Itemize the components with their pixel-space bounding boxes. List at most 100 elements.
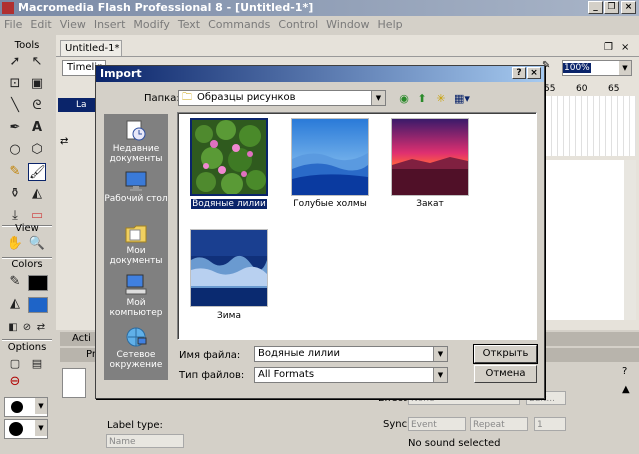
folder-select[interactable]: 🗀 Образцы рисунков ▼	[178, 90, 386, 106]
file-thumbnail-water-lilies[interactable]	[190, 118, 268, 196]
menu-control[interactable]: Control	[274, 16, 322, 31]
water-lilies-image	[192, 120, 266, 195]
object-drawing-icon[interactable]: ▢	[6, 355, 24, 373]
place-recent[interactable]: Недавние документы	[104, 120, 168, 164]
gradient-transform-tool-icon[interactable]: ▣	[28, 75, 46, 93]
vertical-scrollbar[interactable]	[624, 160, 636, 320]
network-icon	[126, 327, 147, 347]
stage-area[interactable]	[546, 160, 626, 320]
line-tool-icon[interactable]: ╲	[6, 97, 24, 115]
back-icon[interactable]: ◉	[396, 91, 412, 106]
desktop-icon	[125, 171, 147, 191]
sync-select[interactable]: Event	[408, 417, 466, 431]
menu-edit[interactable]: Edit	[26, 16, 55, 31]
doc-restore-icon[interactable]: ❐	[604, 42, 613, 53]
add-layer-icon[interactable]: ⇄	[60, 136, 68, 147]
file-thumbnail-blue-hills[interactable]	[291, 118, 369, 196]
filetype-select[interactable]: All Formats ▼	[254, 367, 448, 383]
stroke-color-swatch[interactable]	[28, 275, 48, 291]
tools-separator	[2, 339, 52, 341]
file-name-blue-hills[interactable]: Голубые холмы	[280, 199, 380, 209]
menu-window[interactable]: Window	[322, 16, 373, 31]
menu-commands[interactable]: Commands	[204, 16, 274, 31]
timeline-frames[interactable]	[546, 96, 636, 156]
restore-button[interactable]: ❐	[604, 1, 619, 14]
fill-color-icon[interactable]: ◭	[6, 295, 24, 313]
ink-bottle-tool-icon[interactable]: ⚱	[6, 185, 24, 203]
folder-value: Образцы рисунков	[197, 92, 296, 103]
file-name-sunset[interactable]: Закат	[380, 199, 480, 209]
menu-view[interactable]: View	[56, 16, 90, 31]
free-transform-tool-icon[interactable]: ⊡	[6, 75, 24, 93]
views-menu-icon[interactable]: ▦▾	[452, 91, 472, 106]
frame-ruler: 55 60 65	[540, 84, 632, 96]
winter-image	[191, 230, 267, 306]
place-network[interactable]: Сетевое окружение	[104, 326, 168, 370]
pencil-tool-icon[interactable]: ✎	[6, 163, 24, 181]
menu-file[interactable]: File	[0, 16, 26, 31]
import-dialog: Import ? × Папка: 🗀 Образцы рисунков ▼ ◉…	[95, 65, 545, 399]
dialog-help-button[interactable]: ?	[512, 67, 526, 79]
file-name-winter[interactable]: Зима	[179, 311, 279, 321]
menu-insert[interactable]: Insert	[90, 16, 130, 31]
minimize-button[interactable]: _	[588, 1, 603, 14]
oval-tool-icon[interactable]: ○	[6, 141, 24, 159]
dialog-close-button[interactable]: ×	[527, 67, 541, 79]
actions-label: Acti	[72, 333, 91, 344]
brush-mode-icon[interactable]: ⊖	[6, 373, 24, 391]
my-documents-icon	[125, 225, 147, 243]
paint-bucket-tool-icon[interactable]: ◭	[28, 185, 46, 203]
doc-close-icon[interactable]: ×	[621, 42, 629, 53]
label-type-caption: Label type:	[107, 420, 163, 431]
document-tab[interactable]: Untitled-1*	[60, 40, 122, 57]
repeat-count-field[interactable]: 1	[534, 417, 566, 431]
layer-row[interactable]: La	[58, 98, 98, 112]
lock-fill-icon[interactable]: ▤	[28, 355, 46, 373]
fill-color-swatch[interactable]	[28, 297, 48, 313]
polystar-tool-icon[interactable]: ⬡	[28, 141, 46, 159]
close-window-button[interactable]: ×	[621, 1, 636, 14]
lasso-tool-icon[interactable]: ᘓ	[28, 97, 46, 115]
file-thumbnail-sunset[interactable]	[391, 118, 469, 196]
brush-size-select[interactable]: ▼	[4, 397, 48, 417]
frame-number: 55	[544, 84, 556, 94]
place-desktop[interactable]: Рабочий стол	[104, 170, 168, 204]
recent-documents-icon	[126, 120, 146, 141]
colors-label: Colors	[11, 259, 43, 270]
repeat-select[interactable]: Repeat	[470, 417, 528, 431]
brush-shape-select[interactable]: ▼	[4, 419, 48, 439]
filename-value: Водяные лилии	[258, 348, 340, 359]
stroke-color-icon[interactable]: ✎	[6, 273, 24, 291]
label-type-value: Name	[109, 437, 136, 447]
place-my-computer[interactable]: Мой компьютер	[104, 274, 168, 318]
filename-label: Имя файла:	[179, 350, 241, 361]
swap-colors-icon[interactable]: ⇄	[32, 319, 50, 337]
brush-tool-icon[interactable]: 🖌	[28, 163, 46, 181]
label-type-select[interactable]: Name	[106, 434, 184, 448]
up-folder-icon[interactable]: ⬆	[414, 91, 430, 106]
place-my-documents[interactable]: Мои документы	[104, 222, 168, 266]
file-list: Водяные лилии Голубые холмы Закат Зима	[177, 112, 537, 340]
hand-tool-icon[interactable]: ✋	[6, 235, 24, 253]
new-folder-icon[interactable]: ✳	[433, 91, 449, 106]
menu-help[interactable]: Help	[374, 16, 407, 31]
panel-collapse-icon[interactable]: ▲	[622, 384, 630, 395]
file-thumbnail-winter[interactable]	[190, 229, 268, 307]
text-tool-icon[interactable]: A	[28, 119, 46, 137]
chevron-down-icon: ▼	[433, 347, 447, 361]
zoom-value: 100%	[563, 63, 591, 73]
arrow-tool-icon[interactable]: ➚	[6, 53, 24, 71]
help-icon[interactable]: ?	[622, 366, 627, 377]
zoom-tool-icon[interactable]: 🔍	[28, 235, 46, 253]
open-button[interactable]: Открыть	[473, 344, 538, 364]
cancel-button[interactable]: Отмена	[474, 365, 537, 383]
subselect-tool-icon[interactable]: ↖	[28, 53, 46, 71]
pen-tool-icon[interactable]: ✒	[6, 119, 24, 137]
app-title: Macromedia Flash Professional 8 - [Untit…	[18, 1, 314, 14]
menu-text[interactable]: Text	[174, 16, 204, 31]
zoom-select[interactable]: 100% ▼	[562, 60, 632, 76]
filename-input[interactable]: Водяные лилии ▼	[254, 346, 448, 362]
menu-modify[interactable]: Modify	[129, 16, 173, 31]
file-name-water-lilies[interactable]: Водяные лилии	[179, 199, 279, 209]
tools-label: Tools	[14, 40, 40, 51]
